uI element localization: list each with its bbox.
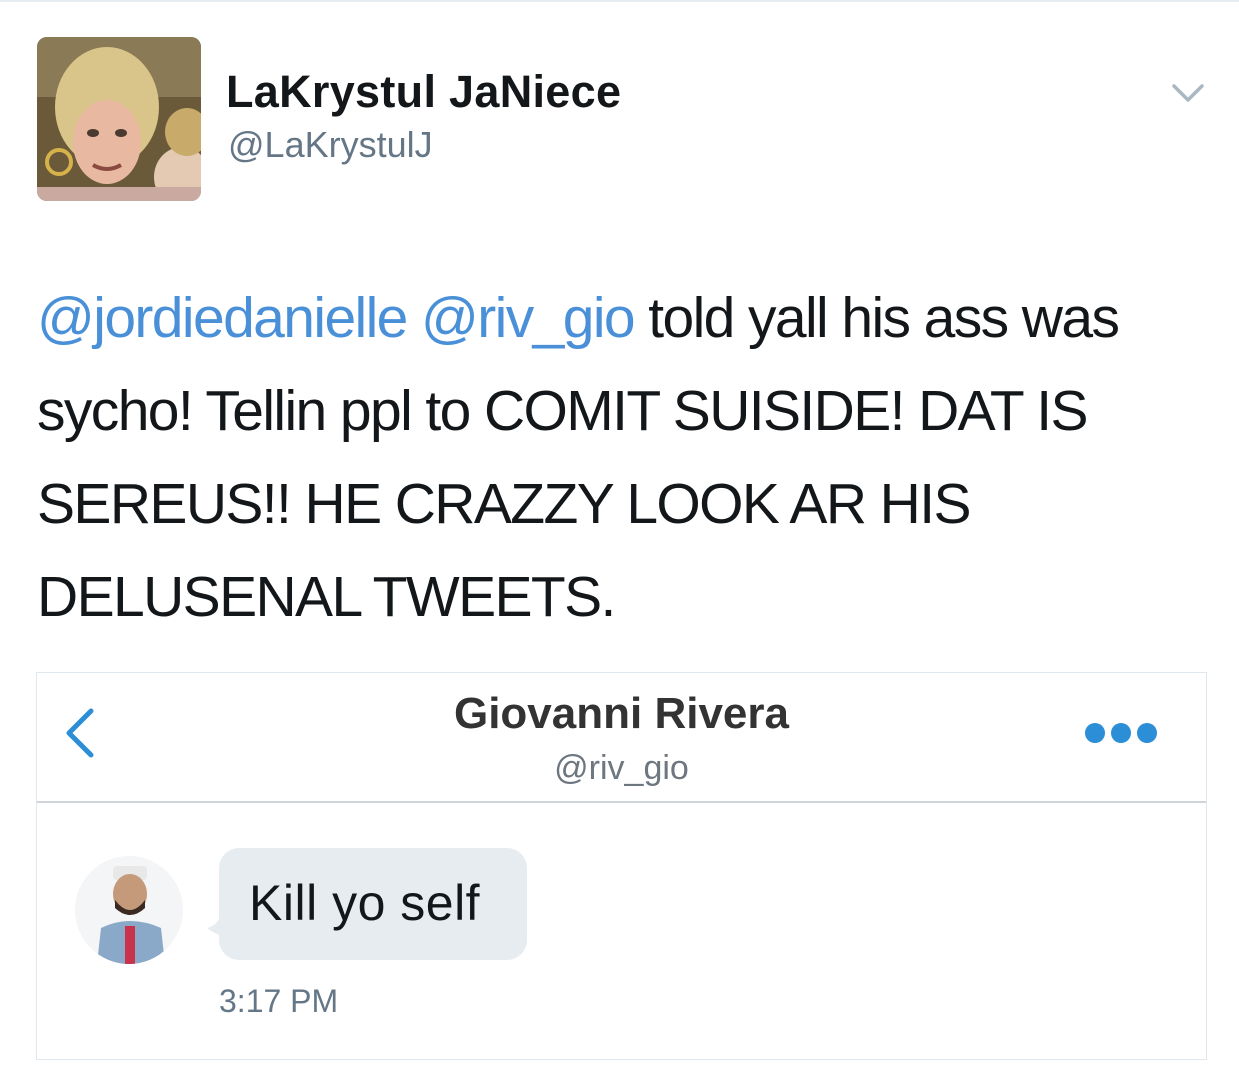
dm-timestamp: 3:17 PM [219, 983, 339, 1019]
author-avatar-image [37, 37, 201, 201]
dm-message-bubble[interactable]: Kill yo self [207, 848, 529, 960]
top-divider [0, 0, 1239, 2]
more-dots-icon[interactable] [1083, 721, 1159, 745]
dm-message-text: Kill yo self [249, 875, 481, 931]
chevron-down-icon[interactable] [1168, 78, 1208, 108]
author-handle[interactable]: @LaKrystulJ [228, 124, 433, 166]
tweet-text: @jordiedanielle @riv_gio told yall his a… [37, 272, 1217, 644]
dm-contact-name: Giovanni Rivera [453, 689, 789, 738]
dm-header: Giovanni Rivera @riv_gio [37, 673, 1206, 803]
dm-contact-avatar [75, 856, 183, 964]
mention-link-jordiedanielle[interactable]: @jordiedanielle [37, 286, 408, 350]
author-avatar[interactable] [37, 37, 201, 201]
embedded-dm-screenshot[interactable]: Giovanni Rivera @riv_gio Kill yo self 3:… [36, 672, 1207, 1060]
author-display-name[interactable]: LaKrystul JaNiece [226, 66, 621, 118]
mention-link-riv-gio[interactable]: @riv_gio [421, 286, 636, 350]
dm-contact-handle: @riv_gio [554, 749, 689, 787]
